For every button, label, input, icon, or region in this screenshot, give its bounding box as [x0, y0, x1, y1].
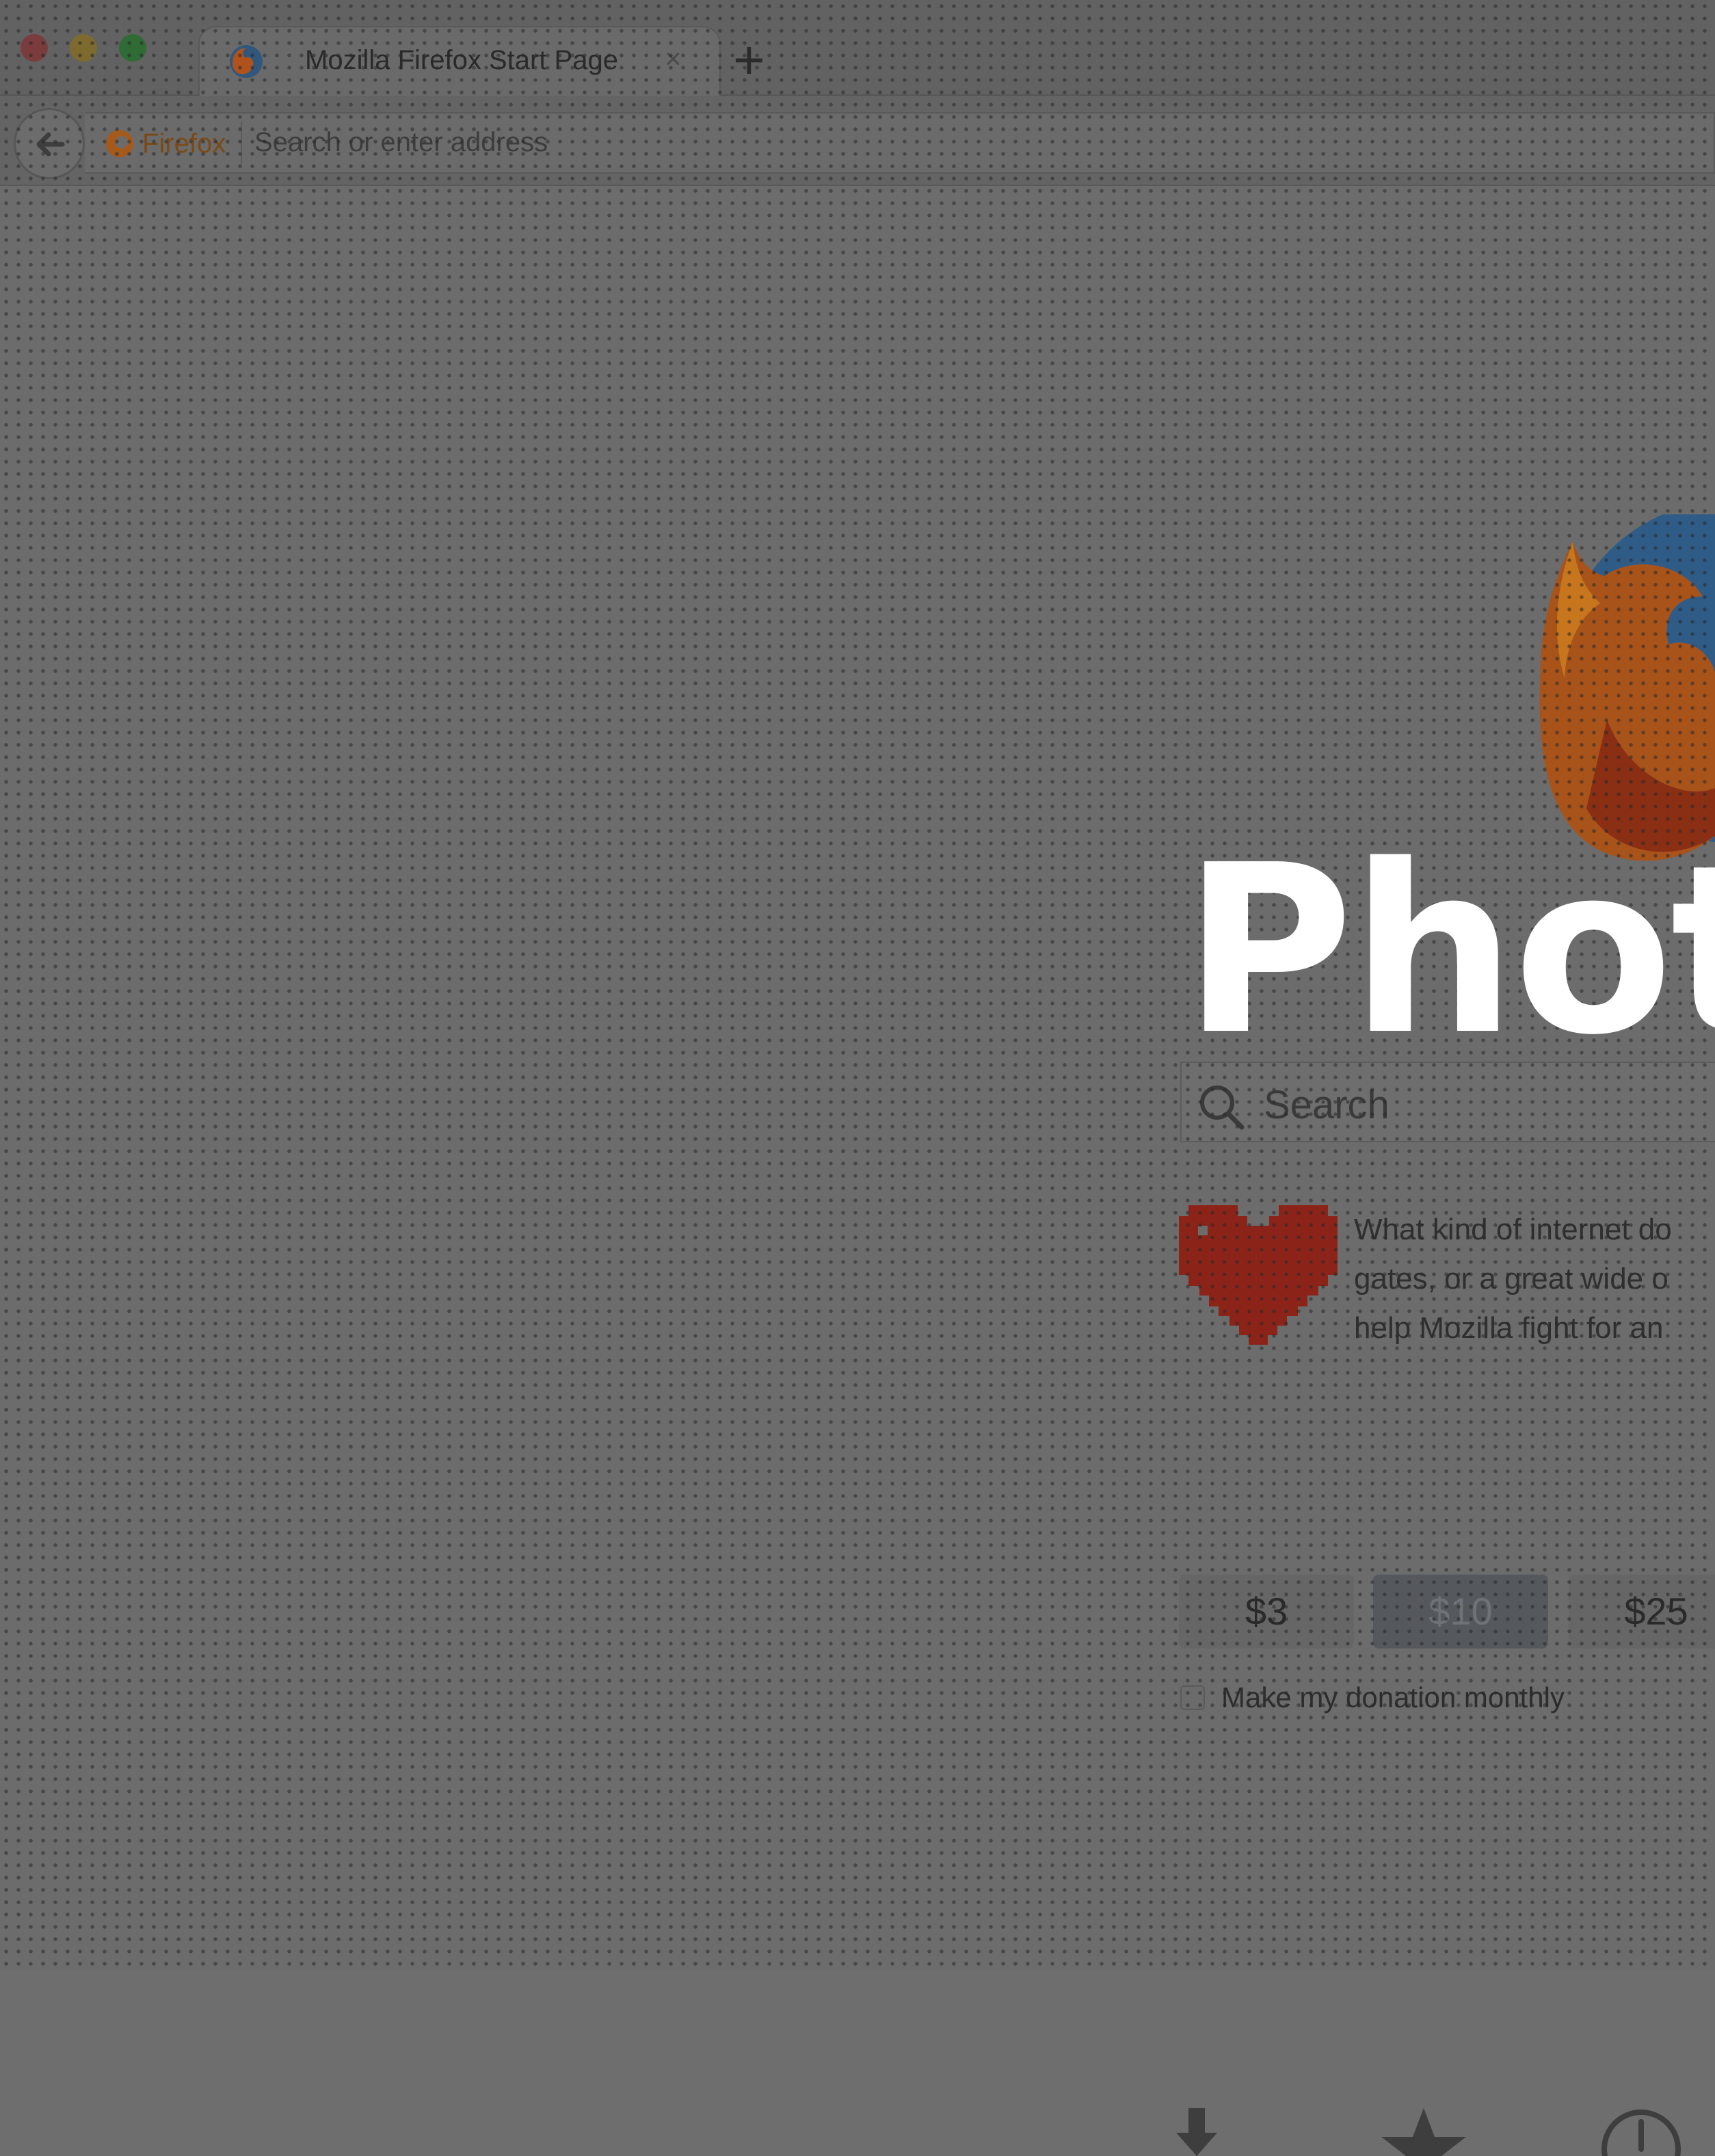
monthly-label: Make my donation monthly — [1221, 1681, 1565, 1713]
url-input[interactable]: Search or enter address — [254, 127, 548, 158]
snippet-text: What kind of internet do gates, or a gre… — [1354, 1205, 1715, 1353]
history-icon[interactable] — [1600, 2108, 1682, 2156]
snippet-line: gates, or a great wide o — [1354, 1262, 1669, 1296]
donation-amounts: $3 $10 $25 — [1179, 1575, 1715, 1650]
snippet-line: What kind of internet do — [1354, 1213, 1672, 1246]
amount-3-button[interactable]: $3 — [1179, 1575, 1354, 1648]
firefox-identity-icon — [106, 130, 133, 157]
minimize-window-button[interactable] — [70, 34, 97, 62]
amount-10-button[interactable]: $10 — [1373, 1575, 1548, 1648]
monthly-donation-option[interactable]: Make my donation monthly — [1180, 1681, 1565, 1714]
site-identity[interactable]: Firefox — [104, 123, 226, 164]
amount-25-button[interactable]: $25 — [1569, 1575, 1715, 1648]
heart-icon — [1179, 1205, 1338, 1345]
firefox-logo-icon — [230, 45, 263, 78]
back-arrow-icon — [36, 132, 65, 157]
close-tab-icon[interactable]: × — [665, 42, 682, 75]
url-separator — [241, 122, 242, 164]
new-tab-button[interactable]: + — [733, 33, 765, 88]
close-window-button[interactable] — [21, 34, 48, 62]
tab-bar: Mozilla Firefox Start Page × + — [0, 0, 1715, 96]
tab-title: Mozilla Firefox Start Page — [305, 45, 618, 75]
tab-start-page[interactable]: Mozilla Firefox Start Page × — [198, 26, 721, 96]
snippet-line: help Mozilla fight for an — [1354, 1311, 1664, 1345]
navigation-toolbar: Firefox Search or enter address — [0, 96, 1715, 186]
search-placeholder: Search — [1264, 1083, 1390, 1127]
monthly-checkbox[interactable] — [1180, 1685, 1205, 1710]
watermark-text: Phot — [1183, 815, 1715, 1086]
identity-label: Firefox — [142, 128, 226, 159]
bookmarks-icon[interactable] — [1381, 2108, 1466, 2156]
search-icon — [1200, 1086, 1245, 1130]
downloads-icon[interactable] — [1168, 2108, 1225, 2156]
zoom-window-button[interactable] — [119, 34, 146, 62]
address-bar[interactable]: Firefox Search or enter address — [85, 112, 1715, 174]
back-button[interactable] — [14, 108, 85, 179]
